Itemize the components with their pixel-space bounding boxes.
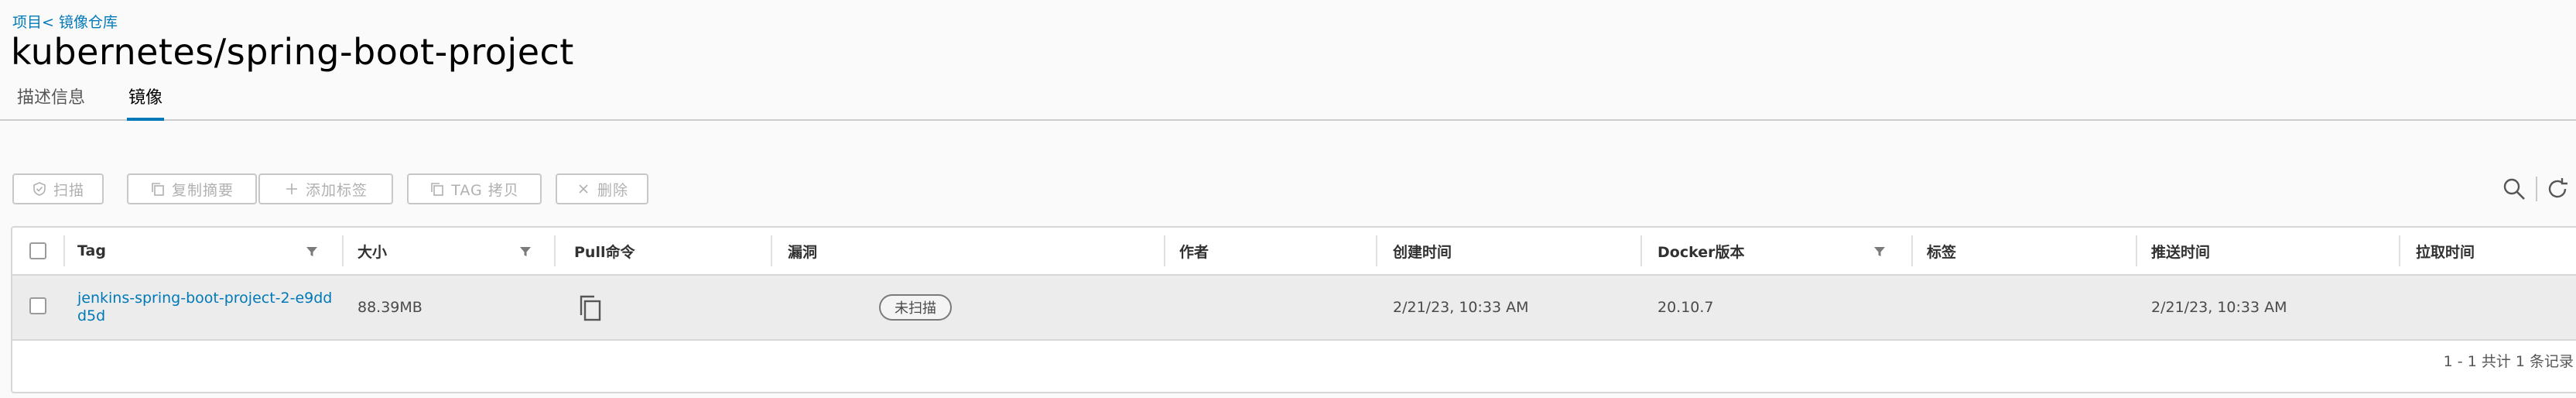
column-header-size[interactable]: 大小 [357, 228, 387, 274]
column-separator [2136, 235, 2137, 266]
close-icon [579, 184, 588, 194]
tab-images[interactable]: 镜像 [127, 85, 165, 121]
table-row[interactable]: jenkins-spring-boot-project-2-e9ddd5d 88… [12, 276, 2576, 341]
delete-button[interactable]: 删除 [556, 173, 648, 204]
column-header-created[interactable]: 创建时间 [1393, 228, 1452, 274]
images-datagrid: Tag 大小 Pull命令 漏洞 作者 创建时间 Docker版本 标签 推送时… [11, 226, 2576, 393]
pagination-footer: 1 - 1 共计 1 条记录 [2443, 353, 2574, 370]
column-separator [342, 235, 344, 266]
pushed-cell: 2/21/23, 10:33 AM [2151, 299, 2287, 316]
search-icon[interactable] [2502, 177, 2526, 201]
refresh-icon[interactable] [2545, 177, 2570, 201]
column-separator [1911, 235, 1913, 266]
right-tools [2491, 172, 2576, 206]
copy-icon[interactable] [577, 294, 604, 322]
datagrid-header: Tag 大小 Pull命令 漏洞 作者 创建时间 Docker版本 标签 推送时… [12, 228, 2576, 276]
select-all-checkbox[interactable] [29, 242, 46, 259]
column-header-labels[interactable]: 标签 [1927, 228, 1956, 274]
column-separator [1164, 235, 1165, 266]
page-title: kubernetes/spring-boot-project [11, 31, 574, 73]
tag-copy-button[interactable]: TAG 拷贝 [407, 173, 542, 204]
scan-status-badge: 未扫描 [879, 294, 952, 321]
page: 项目< 镜像仓库 kubernetes/spring-boot-project … [0, 0, 2576, 398]
scan-label: 扫描 [53, 181, 84, 199]
toolbar-divider [2536, 177, 2537, 201]
size-cell: 88.39MB [357, 299, 422, 316]
column-separator [63, 235, 65, 266]
copy-icon [431, 183, 444, 196]
delete-label: 删除 [597, 181, 628, 199]
column-header-pull-command[interactable]: Pull命令 [574, 228, 635, 274]
column-header-author[interactable]: 作者 [1179, 228, 1209, 274]
scan-button[interactable]: 扫描 [12, 173, 104, 204]
tag-copy-label: TAG 拷贝 [451, 181, 519, 199]
column-separator [2399, 235, 2400, 266]
copy-digest-label: 复制摘要 [171, 181, 234, 199]
column-header-vulnerabilities[interactable]: 漏洞 [788, 228, 817, 274]
created-cell: 2/21/23, 10:33 AM [1393, 299, 1529, 316]
tab-description[interactable]: 描述信息 [15, 85, 87, 118]
breadcrumb[interactable]: 项目< 镜像仓库 [12, 11, 118, 32]
column-header-tag[interactable]: Tag [77, 228, 106, 274]
add-label-label: 添加标签 [305, 181, 368, 199]
filter-icon[interactable] [1873, 245, 1887, 259]
column-header-pushed[interactable]: 推送时间 [2151, 228, 2210, 274]
column-separator [554, 235, 556, 266]
filter-icon[interactable] [305, 245, 319, 259]
tag-link[interactable]: jenkins-spring-boot-project-2-e9ddd5d [77, 290, 333, 325]
column-separator [1376, 235, 1377, 266]
row-checkbox[interactable] [29, 297, 46, 314]
tab-bar: 描述信息 镜像 [0, 77, 2576, 121]
column-separator [1640, 235, 1642, 266]
column-separator [771, 235, 772, 266]
filter-icon[interactable] [518, 245, 532, 259]
shield-check-icon [33, 182, 46, 196]
column-header-docker-version[interactable]: Docker版本 [1657, 228, 1744, 274]
add-label-button[interactable]: 添加标签 [258, 173, 393, 204]
plus-icon [286, 184, 297, 194]
copy-icon [152, 183, 164, 196]
docker-version-cell: 20.10.7 [1657, 299, 1714, 316]
column-header-pulled[interactable]: 拉取时间 [2416, 228, 2475, 274]
copy-digest-button[interactable]: 复制摘要 [127, 173, 257, 204]
